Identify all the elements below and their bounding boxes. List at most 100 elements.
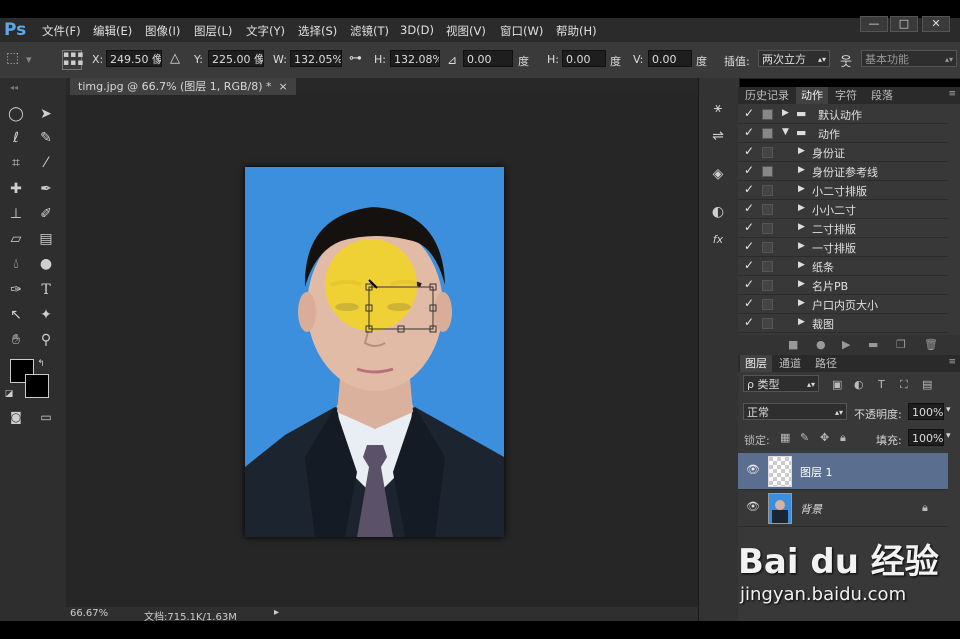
lasso-icon[interactable]: ℓ <box>5 128 27 148</box>
expand-arrow-icon[interactable]: ▶ <box>798 203 805 213</box>
action-row[interactable]: ✓ ▶ ▬ 默认动作 <box>738 105 948 124</box>
filter-shape-icon[interactable]: ⛶ <box>900 378 908 392</box>
lock-transparent-icon[interactable]: ▦ <box>780 431 790 444</box>
toggle-check-icon[interactable]: ✓ <box>744 258 754 272</box>
clone-stamp-icon[interactable]: ⊥ <box>5 204 27 224</box>
toggle-check-icon[interactable]: ✓ <box>744 125 754 139</box>
menu-type[interactable]: 文字(Y) <box>246 23 285 39</box>
menu-filter[interactable]: 滤镜(T) <box>350 23 389 39</box>
expand-arrow-icon[interactable]: ▶ <box>798 165 805 175</box>
menu-edit[interactable]: 编辑(E) <box>93 23 132 39</box>
dialog-toggle-icon[interactable] <box>762 147 773 158</box>
expand-arrow-icon[interactable]: ▶ <box>798 317 805 327</box>
visibility-eye-icon[interactable]: 👁︎ <box>746 463 760 476</box>
layer-name[interactable]: 图层 1 <box>800 464 833 480</box>
document-tab[interactable]: timg.jpg @ 66.7% (图层 1, RGB/8) * × <box>70 78 296 95</box>
canvas-area[interactable] <box>66 95 698 607</box>
toggle-check-icon[interactable]: ✓ <box>744 296 754 310</box>
quick-mask-icon[interactable]: ◙ <box>5 407 27 427</box>
menu-help[interactable]: 帮助(H) <box>556 23 597 39</box>
interpolation-select[interactable]: 两次立方 ▴▾ <box>758 50 830 67</box>
delta-icon[interactable]: △ <box>170 51 180 66</box>
dialog-toggle-icon[interactable] <box>762 280 773 291</box>
action-row[interactable]: ✓ ▶ 小小二寸 <box>738 200 948 219</box>
action-row[interactable]: ✓ ▶ 身份证参考线 <box>738 162 948 181</box>
layer-name[interactable]: 背景 <box>800 501 822 517</box>
tab-layers[interactable]: 图层 <box>740 355 772 372</box>
play-icon[interactable]: ▶ <box>842 338 850 351</box>
y-position-field[interactable]: 225.00 像素 <box>208 50 264 67</box>
close-tab-icon[interactable]: × <box>279 80 288 93</box>
toggle-check-icon[interactable]: ✓ <box>744 163 754 177</box>
status-menu-arrow-icon[interactable]: ▸ <box>274 607 279 618</box>
vskew-field[interactable]: 0.00 <box>648 50 692 67</box>
background-color-swatch[interactable] <box>25 374 49 398</box>
action-row[interactable]: ✓ ▶ 身份证 <box>738 143 948 162</box>
dialog-toggle-icon[interactable] <box>762 261 773 272</box>
expand-arrow-icon[interactable]: ▶ <box>798 279 805 289</box>
brush-icon[interactable]: ✒ <box>35 179 57 199</box>
action-row[interactable]: ✓ ▶ 纸条 <box>738 257 948 276</box>
tab-paragraph[interactable]: 段落 <box>866 87 898 104</box>
zoom-icon[interactable]: ⚲ <box>35 330 57 350</box>
tab-paths[interactable]: 路径 <box>810 355 842 372</box>
expand-arrow-icon[interactable]: ▶ <box>798 260 805 270</box>
action-row[interactable]: ✓ ▶ 一寸排版 <box>738 238 948 257</box>
record-icon[interactable]: ● <box>816 338 826 351</box>
swap-colors-icon[interactable]: ↰ <box>34 354 48 374</box>
action-row[interactable]: ✓ ▼ ▬ 动作 <box>738 124 948 143</box>
expand-arrow-icon[interactable]: ▶ <box>798 241 805 251</box>
blur-icon[interactable]: 💧︎ <box>5 254 27 274</box>
workspace-select[interactable]: 基本功能 ▴▾ <box>861 50 957 67</box>
opacity-dropdown-icon[interactable]: ▾ <box>946 405 951 415</box>
toggle-check-icon[interactable]: ✓ <box>744 239 754 253</box>
default-colors-icon[interactable]: ◪ <box>2 384 16 404</box>
link-icon[interactable]: ⊶ <box>349 51 362 66</box>
dialog-toggle-icon[interactable] <box>762 204 773 215</box>
fill-field[interactable]: 100% <box>908 429 944 446</box>
filter-type-icon[interactable]: T <box>878 378 885 391</box>
new-action-icon[interactable]: ❐ <box>896 338 906 351</box>
document-canvas[interactable] <box>245 167 504 537</box>
type-tool-icon[interactable]: T <box>35 280 57 300</box>
screen-mode-icon[interactable]: ▭ <box>35 407 57 427</box>
zoom-level[interactable]: 66.67% <box>70 608 108 619</box>
expand-arrow-icon[interactable]: ▶ <box>798 298 805 308</box>
dialog-toggle-icon[interactable] <box>762 109 773 120</box>
move-tool-icon[interactable]: ➤ <box>35 104 57 124</box>
menu-layer[interactable]: 图层(L) <box>194 23 232 39</box>
height-field[interactable]: 132.08% <box>390 50 440 67</box>
collapse-toolbar-icon[interactable]: ◂◂ <box>3 78 25 98</box>
blend-mode-select[interactable]: 正常 ▴▾ <box>743 403 847 420</box>
transform-tool-icon[interactable]: ⬚ <box>6 50 19 66</box>
lock-pixels-icon[interactable]: ✎ <box>800 431 809 444</box>
expand-arrow-icon[interactable]: ▶ <box>798 184 805 194</box>
x-position-field[interactable]: 249.50 像素 <box>106 50 162 67</box>
dodge-icon[interactable]: ● <box>35 254 57 274</box>
delete-icon[interactable]: 🗑︎ <box>924 338 938 351</box>
properties-icon[interactable]: ◐ <box>707 202 729 222</box>
tab-channels[interactable]: 通道 <box>774 355 806 372</box>
quick-selection-icon[interactable]: ✎ <box>35 128 57 148</box>
expand-arrow-icon[interactable]: ▶ <box>798 146 805 156</box>
dialog-toggle-icon[interactable] <box>762 299 773 310</box>
gradient-icon[interactable]: ▤ <box>35 229 57 249</box>
3d-cube-icon[interactable]: ◈ <box>707 164 729 184</box>
dialog-toggle-icon[interactable] <box>762 318 773 329</box>
elliptical-marquee-icon[interactable]: ◯ <box>5 104 27 124</box>
layer-row-layer1[interactable]: 👁︎ 图层 1 <box>738 453 948 490</box>
action-row[interactable]: ✓ ▶ 名片PB <box>738 276 948 295</box>
path-selection-icon[interactable]: ↖ <box>5 305 27 325</box>
action-row[interactable]: ✓ ▶ 小二寸排版 <box>738 181 948 200</box>
panel-menu-icon[interactable]: ≡ <box>948 89 956 99</box>
toggle-check-icon[interactable]: ✓ <box>744 277 754 291</box>
layer-filter-select[interactable]: ρ 类型 ▴▾ <box>743 375 819 392</box>
panel-menu-icon[interactable]: ≡ <box>948 357 956 367</box>
toggle-check-icon[interactable]: ✓ <box>744 144 754 158</box>
layer-row-background[interactable]: 👁︎ 背景 🔒︎ <box>738 490 948 527</box>
close-window-button[interactable]: ✕ <box>922 16 950 32</box>
pen-icon[interactable]: ✑ <box>5 280 27 300</box>
menu-3d[interactable]: 3D(D) <box>400 23 434 37</box>
visibility-eye-icon[interactable]: 👁︎ <box>746 500 760 513</box>
toggle-check-icon[interactable]: ✓ <box>744 182 754 196</box>
